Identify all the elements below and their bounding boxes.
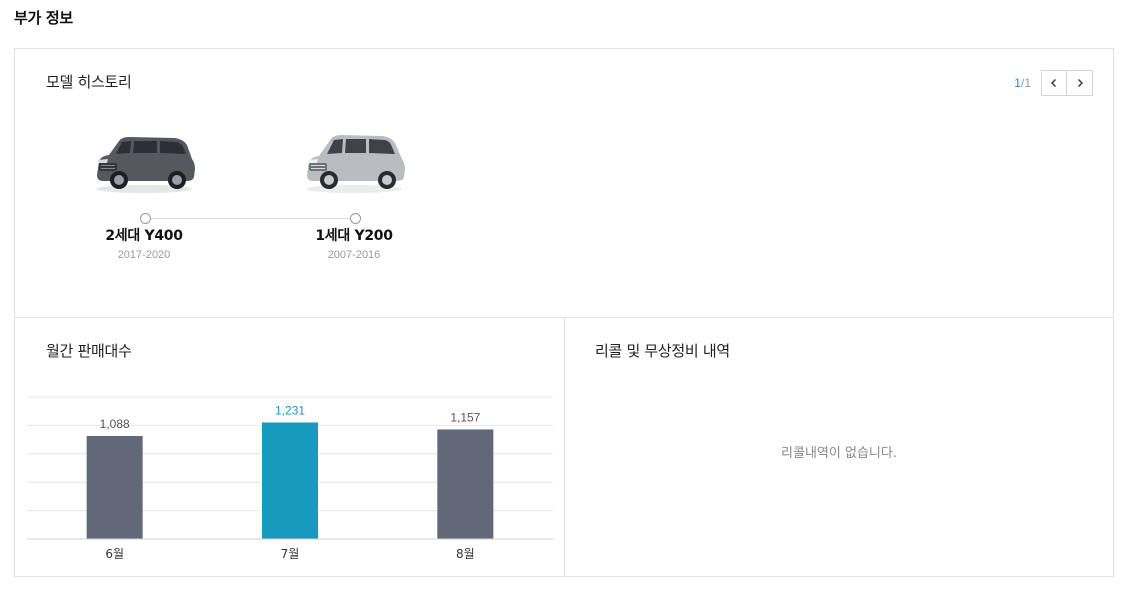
model-name: 1세대 Y200: [315, 228, 393, 244]
car-y200-image: [306, 135, 405, 193]
chart-bar: [86, 436, 143, 539]
recall-empty-message: 리콜내역이 없습니다.: [781, 446, 897, 461]
chart-tick-label: 8월: [456, 547, 475, 561]
chevron-right-icon: [1077, 79, 1083, 87]
monthly-sales-heading: 월간 판매대수: [46, 342, 132, 360]
car-y400-image: [96, 137, 195, 193]
chart-bar: [262, 422, 318, 539]
model-name: 2세대 Y400: [105, 228, 183, 244]
chart-data-label: 1,088: [100, 417, 130, 431]
chart-tick-label: 6월: [105, 547, 124, 561]
chevron-left-icon: [1051, 79, 1056, 87]
pager-count: 1/1: [1014, 76, 1031, 90]
chart-bar: [437, 429, 494, 539]
pager-prev-button[interactable]: [1041, 70, 1067, 96]
chart-tick-label: 7월: [281, 547, 300, 561]
chart-data-label: 1,231: [275, 403, 305, 417]
model-years: 2007-2016: [327, 249, 381, 261]
model-years: 2017-2020: [117, 249, 171, 261]
section-title: 부가 정보: [14, 9, 73, 27]
model-item-y200[interactable]: 1세대 Y200 2007-2016: [254, 129, 454, 261]
recall-panel: 리콜 및 무상정비 내역 리콜내역이 없습니다.: [564, 317, 1114, 577]
model-item-y400[interactable]: 2세대 Y400 2017-2020: [44, 129, 244, 261]
model-history-panel: 모델 히스토리 1/1 2세대 Y400 2017-2020 1세대 Y200 …: [14, 48, 1114, 318]
pager-next-button[interactable]: [1067, 70, 1093, 96]
monthly-sales-panel: 월간 판매대수 1,088 6월 1,231 7월 1,157 8월: [14, 317, 565, 577]
model-history-pager: 1/1: [1014, 70, 1093, 96]
recall-heading: 리콜 및 무상정비 내역: [595, 342, 730, 360]
pager-total: /1: [1020, 76, 1031, 90]
monthly-sales-chart: 1,088 6월 1,231 7월 1,157 8월: [27, 396, 553, 561]
chart-data-label: 1,157: [450, 410, 480, 424]
pager-current: 1: [1014, 76, 1021, 90]
model-history-heading: 모델 히스토리: [46, 73, 132, 91]
